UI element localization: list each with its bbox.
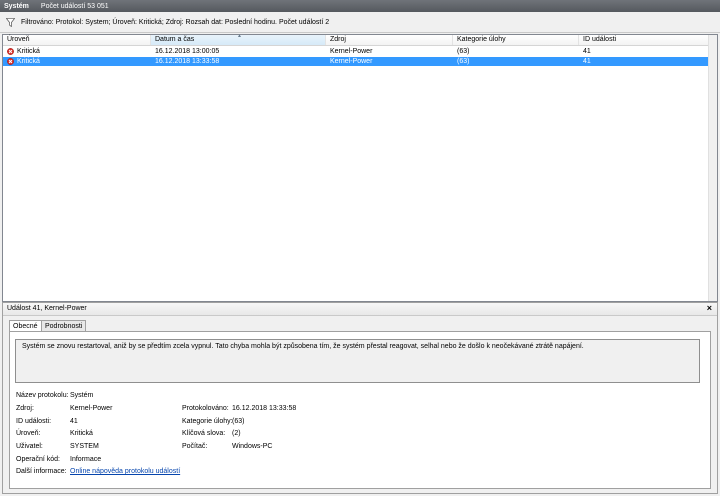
keywords-value: (2) [232, 430, 241, 437]
more-info-label: Další informace: [16, 468, 67, 475]
row-event-id: 41 [583, 58, 591, 65]
detail-title: Událost 41, Kernel-Power [7, 305, 87, 312]
column-header-event-id[interactable]: ID události [579, 35, 709, 45]
opcode-value: Informace [70, 456, 102, 463]
detail-header: Událost 41, Kernel-Power × [3, 303, 717, 316]
event-id-label: ID události: [16, 418, 52, 425]
row-task-category: (63) [457, 58, 470, 65]
event-message[interactable]: Systém se znovu restartoval, aniž by se … [15, 339, 700, 383]
user-label: Uživatel: [16, 443, 43, 450]
vertical-scrollbar[interactable] [708, 35, 717, 301]
column-header-row: Úroveň Datum a čas Zdroj Kategorie úlohy… [3, 33, 717, 46]
event-list[interactable]: Úroveň Datum a čas Zdroj Kategorie úlohy… [2, 33, 718, 302]
logged-label: Protokolováno: [182, 405, 229, 412]
source-label: Zdroj: [16, 405, 34, 412]
event-count: Počet událostí 53 051 [40, 2, 109, 10]
user-value: SYSTEM [70, 443, 99, 450]
level-value: Kritická [70, 430, 93, 437]
tab-details[interactable]: Podrobnosti [41, 320, 87, 331]
log-title: Systém [4, 2, 29, 10]
column-header-source[interactable]: Zdroj [326, 35, 453, 45]
row-level: Kritická [17, 58, 40, 65]
filter-description: Filtrováno: Protokol: System; Úroveň: Kr… [21, 18, 330, 26]
row-event-id: 41 [583, 48, 591, 55]
tab-panel-general: Systém se znovu restartoval, aniž by se … [9, 331, 711, 489]
level-label: Úroveň: [16, 430, 41, 437]
filter-bar: Filtrováno: Protokol: System; Úroveň: Kr… [0, 12, 720, 33]
more-info-link[interactable]: Online nápověda protokolu událostí [70, 468, 180, 475]
event-detail-pane: Událost 41, Kernel-Power × Obecné Podrob… [2, 302, 718, 494]
panel-titlebar: Systém Počet událostí 53 051 [0, 0, 720, 12]
computer-value: Windows-PC [232, 443, 273, 450]
row-source: Kernel-Power [330, 48, 373, 55]
critical-error-icon [7, 58, 14, 65]
column-header-task-category[interactable]: Kategorie úlohy [453, 35, 579, 45]
task-category-label: Kategorie úlohy: [182, 418, 233, 425]
computer-label: Počítač: [182, 443, 208, 450]
opcode-label: Operační kód: [16, 456, 60, 463]
task-category-value: (63) [232, 418, 245, 425]
row-source: Kernel-Power [330, 58, 373, 65]
keywords-label: Klíčová slova: [182, 430, 226, 437]
logged-value: 16.12.2018 13:33:58 [232, 405, 297, 412]
row-datetime: 16.12.2018 13:00:05 [155, 48, 220, 55]
filter-icon [6, 17, 15, 27]
protocol-name-label: Název protokolu: [16, 392, 69, 399]
row-datetime: 16.12.2018 13:33:58 [155, 58, 220, 65]
table-row[interactable]: Kritická 16.12.2018 13:00:05 Kernel-Powe… [3, 47, 709, 56]
column-header-level[interactable]: Úroveň [3, 35, 151, 45]
protocol-name-value: Systém [70, 392, 94, 399]
row-level: Kritická [17, 48, 40, 55]
row-task-category: (63) [457, 48, 470, 55]
sort-ascending-icon: ▲ [237, 33, 242, 39]
critical-error-icon [7, 48, 14, 55]
table-row-selected[interactable]: Kritická 16.12.2018 13:33:58 Kernel-Powe… [3, 57, 709, 66]
event-id-value: 41 [70, 418, 78, 425]
close-icon[interactable]: × [707, 303, 712, 313]
source-value: Kernel-Power [70, 405, 113, 412]
